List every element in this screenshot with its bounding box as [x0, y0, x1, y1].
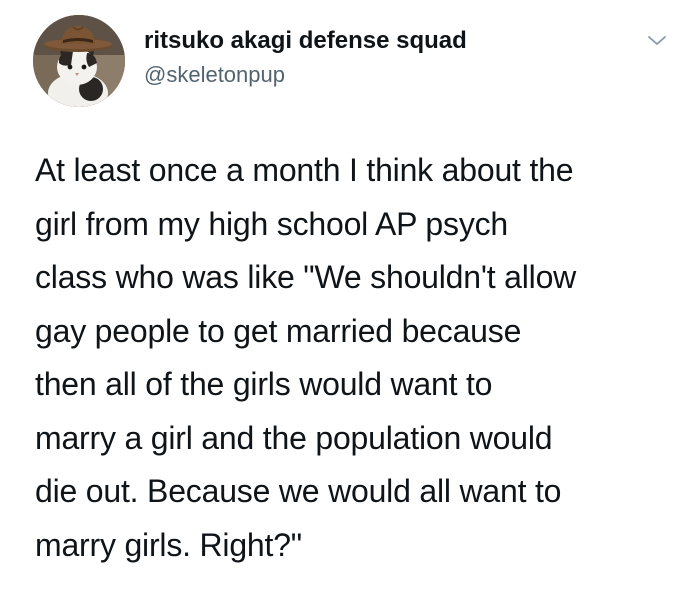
tweet-text-line: girl from my high school AP psych: [35, 205, 509, 242]
tweet-text-line: marry girls. Right?": [35, 526, 302, 563]
cat-avatar-icon: [33, 15, 125, 107]
tweet-text-line: die out. Because we would all want to: [35, 473, 562, 509]
avatar[interactable]: [33, 15, 125, 107]
tweet-menu-button[interactable]: [645, 28, 669, 52]
tweet-card: ritsuko akagi defense squad @skeletonpup…: [0, 0, 700, 596]
tweet-text-line: class who was like "We shouldn't allow: [35, 259, 577, 295]
display-name[interactable]: ritsuko akagi defense squad: [144, 26, 467, 56]
tweet-text-line: then all of the girls would want to: [35, 366, 493, 402]
chevron-down-icon: [648, 36, 666, 45]
tweet-header: ritsuko akagi defense squad @skeletonpup: [0, 0, 700, 120]
user-handle[interactable]: @skeletonpup: [144, 61, 285, 89]
tweet-text-line: gay people to get married because: [35, 312, 522, 349]
tweet-text: At least once a month I think about the …: [35, 144, 675, 572]
tweet-text-line: marry a girl and the population would: [35, 419, 553, 456]
tweet-text-line: At least once a month I think about the: [35, 152, 574, 188]
